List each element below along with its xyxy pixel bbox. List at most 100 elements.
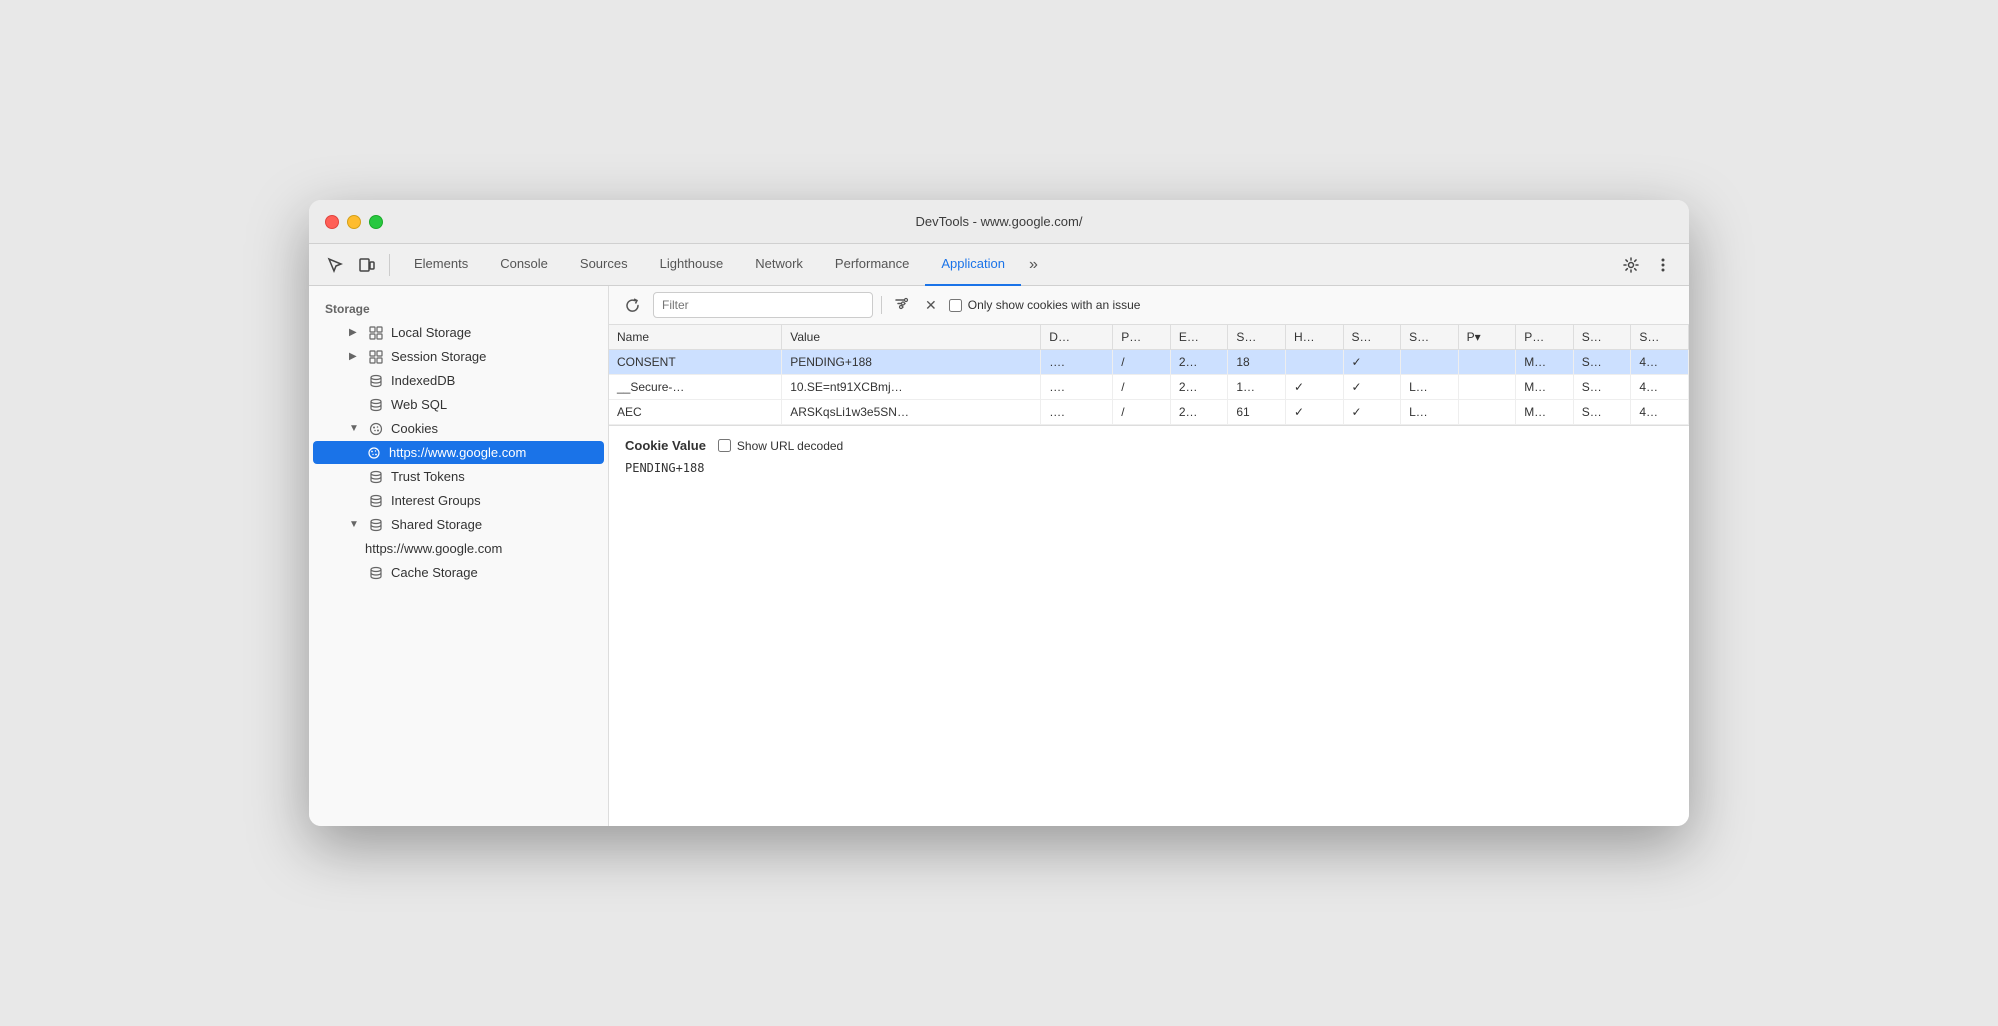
table-cell: S… [1573,350,1631,375]
tab-sources[interactable]: Sources [564,244,644,286]
cookies-panel: ✕ Only show cookies with an issue Name V… [609,286,1689,826]
chevron-right-icon: ▶ [349,351,361,362]
tab-elements[interactable]: Elements [398,244,484,286]
sidebar-item-interest-groups[interactable]: ▶ Interest Groups [313,489,604,512]
cookies-table-area: Name Value D… P… E… S… H… S… S… P▾ P… S… [609,325,1689,426]
col-header-size[interactable]: S… [1228,325,1286,350]
col-header-domain[interactable]: D… [1041,325,1113,350]
table-cell: …. [1041,350,1113,375]
close-button[interactable] [325,215,339,229]
toolbar-right [1617,251,1677,279]
col-header-samesite[interactable]: S… [1401,325,1459,350]
table-cell: …. [1041,400,1113,425]
sidebar-item-cookies-google[interactable]: https://www.google.com [313,441,604,464]
table-cell: 61 [1228,400,1286,425]
cookies-table: Name Value D… P… E… S… H… S… S… P▾ P… S… [609,325,1689,425]
more-options-button[interactable] [1649,251,1677,279]
chevron-right-icon: ▶ [349,327,361,338]
table-cell: S… [1573,400,1631,425]
grid-icon [367,326,385,340]
cookie-value-header: Cookie Value Show URL decoded [625,438,1673,453]
filter-options-icon[interactable] [890,294,913,316]
table-cell: ✓ [1343,350,1401,375]
col-header-value[interactable]: Value [782,325,1041,350]
col-header-partitioned[interactable]: P… [1516,325,1574,350]
database-icon [367,374,385,388]
tab-console[interactable]: Console [484,244,564,286]
table-cell: / [1113,375,1171,400]
panel-toolbar: ✕ Only show cookies with an issue [609,286,1689,325]
table-cell: ✓ [1343,375,1401,400]
sidebar-item-indexeddb[interactable]: ▶ IndexedDB [313,369,604,392]
col-header-expires[interactable]: E… [1170,325,1228,350]
table-cell: S… [1573,375,1631,400]
table-cell: AEC [609,400,782,425]
filter-input[interactable] [653,292,873,318]
table-cell: L… [1401,375,1459,400]
col-header-name[interactable]: Name [609,325,782,350]
col-header-secure[interactable]: S… [1343,325,1401,350]
chevron-down-icon: ▼ [349,423,361,434]
grid-icon [367,350,385,364]
titlebar: DevTools - www.google.com/ [309,200,1689,244]
sidebar-item-trust-tokens[interactable]: ▶ Trust Tokens [313,465,604,488]
col-header-httponly[interactable]: H… [1285,325,1343,350]
table-cell [1458,350,1516,375]
table-cell: 4… [1631,375,1689,400]
settings-button[interactable] [1617,251,1645,279]
col-header-path[interactable]: P… [1113,325,1171,350]
toolbar-separator [881,296,882,314]
minimize-button[interactable] [347,215,361,229]
sidebar-item-session-storage[interactable]: ▶ Session Storage [313,345,604,368]
database-icon [367,470,385,484]
inspect-element-button[interactable] [321,251,349,279]
sidebar-item-shared-storage-google[interactable]: https://www.google.com [313,537,604,560]
table-row[interactable]: CONSENTPENDING+188…./2…18✓M…S…4… [609,350,1689,375]
sidebar-item-cookies[interactable]: ▼ Cookies [313,417,604,440]
toolbar-separator [389,254,390,276]
sidebar-item-local-storage[interactable]: ▶ Local Storage [313,321,604,344]
storage-section-label: Storage [309,294,608,320]
table-row[interactable]: __Secure-…10.SE=nt91XCBmj……./2…1…✓✓L…M…S… [609,375,1689,400]
traffic-lights [325,215,383,229]
table-cell: M… [1516,350,1574,375]
table-cell: 4… [1631,400,1689,425]
table-cell: …. [1041,375,1113,400]
clear-filter-icon[interactable]: ✕ [921,295,941,316]
tab-performance[interactable]: Performance [819,244,925,286]
table-cell: ARSKqsLi1w3e5SN… [782,400,1041,425]
table-row[interactable]: AECARSKqsLi1w3e5SN……./2…61✓✓L…M…S…4… [609,400,1689,425]
main-content: Storage ▶ Local Storage ▶ [309,286,1689,826]
database-icon [367,566,385,580]
table-cell: L… [1401,400,1459,425]
col-header-sourcescheme[interactable]: S… [1631,325,1689,350]
show-url-decoded-label[interactable]: Show URL decoded [718,439,843,453]
table-cell: 4… [1631,350,1689,375]
table-cell: 2… [1170,350,1228,375]
table-cell: __Secure-… [609,375,782,400]
table-cell: / [1113,350,1171,375]
table-cell: 1… [1228,375,1286,400]
sidebar-item-web-sql[interactable]: ▶ Web SQL [313,393,604,416]
tab-overflow-button[interactable]: » [1021,244,1046,286]
only-show-issues-checkbox[interactable] [949,299,962,312]
maximize-button[interactable] [369,215,383,229]
table-cell: 18 [1228,350,1286,375]
tab-network[interactable]: Network [739,244,819,286]
sidebar-item-cache-storage[interactable]: ▶ Cache Storage [313,561,604,584]
table-cell: M… [1516,400,1574,425]
table-cell: 2… [1170,400,1228,425]
tab-application[interactable]: Application [925,244,1021,286]
table-cell [1458,400,1516,425]
device-toggle-button[interactable] [353,251,381,279]
refresh-button[interactable] [619,292,645,318]
cookie-small-icon [365,447,383,459]
tab-lighthouse[interactable]: Lighthouse [644,244,740,286]
col-header-sourceport[interactable]: S… [1573,325,1631,350]
show-url-decoded-checkbox[interactable] [718,439,731,452]
only-show-issues-label[interactable]: Only show cookies with an issue [949,298,1141,312]
window-title: DevTools - www.google.com/ [916,214,1083,229]
table-cell: CONSENT [609,350,782,375]
col-header-priority[interactable]: P▾ [1458,325,1516,350]
sidebar-item-shared-storage[interactable]: ▼ Shared Storage [313,513,604,536]
